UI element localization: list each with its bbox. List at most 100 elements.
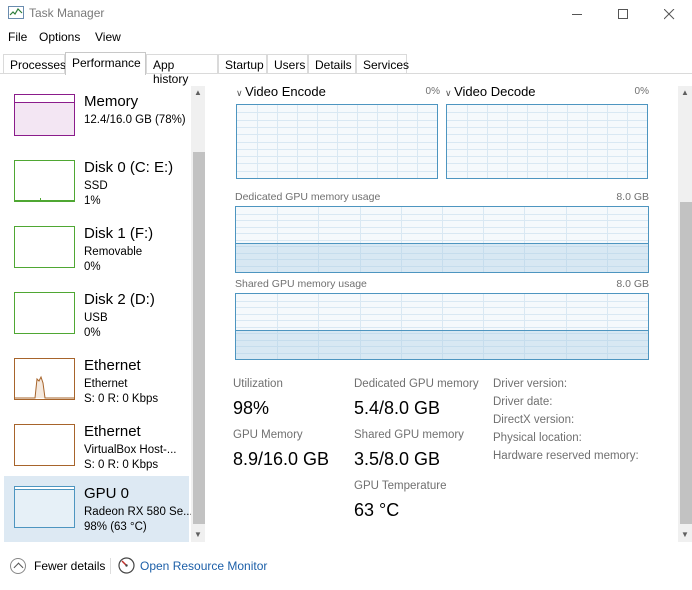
resource-name: Ethernet bbox=[84, 357, 141, 374]
fewer-details-button[interactable]: Fewer details bbox=[34, 559, 105, 573]
resource-throughput: S: 0 R: 0 Kbps bbox=[84, 459, 159, 471]
detail-scrollbar[interactable]: ▲ ▼ bbox=[678, 86, 692, 542]
dedicated-memory-fill bbox=[236, 243, 648, 272]
chevron-down-icon: ∨ bbox=[236, 88, 246, 98]
open-resource-monitor-link[interactable]: Open Resource Monitor bbox=[140, 559, 267, 573]
resource-type: SSD bbox=[84, 180, 108, 192]
resource-disk-2[interactable]: Disk 2 (D:) USB 0% bbox=[4, 282, 189, 346]
dedicated-memory-value: 5.4/8.0 GB bbox=[354, 398, 441, 418]
footer-bar: Fewer details Open Resource Monitor bbox=[0, 548, 692, 590]
gpu-temperature-value: 63 °C bbox=[354, 500, 400, 520]
resource-usage: 0% bbox=[84, 261, 101, 273]
resource-adapter: Ethernet bbox=[84, 378, 128, 390]
scroll-thumb[interactable] bbox=[680, 202, 692, 524]
gpu-memory-value: 8.9/16.0 GB bbox=[233, 449, 330, 469]
ethernet-thumbnail bbox=[14, 424, 75, 466]
minimize-button[interactable] bbox=[554, 0, 600, 28]
engine-selector-encode[interactable]: ∨ Video Encode bbox=[236, 84, 326, 99]
shared-graph-label: Shared GPU memory usage bbox=[235, 278, 367, 290]
menu-view[interactable]: View bbox=[95, 30, 121, 44]
resource-name: Disk 2 (D:) bbox=[84, 291, 155, 308]
maximize-icon bbox=[618, 9, 628, 19]
resource-monitor-icon bbox=[118, 557, 135, 574]
resource-usage: 98% (63 °C) bbox=[84, 521, 147, 533]
tab-users[interactable]: Users bbox=[267, 54, 308, 74]
minimize-icon bbox=[572, 14, 582, 15]
resource-throughput: S: 0 R: 0 Kbps bbox=[84, 393, 159, 405]
gpu-detail-pane: ∨ Video Encode 0% ∨ Video Decode 0% Dedi… bbox=[220, 74, 676, 544]
dedicated-graph-max: 8.0 GB bbox=[616, 191, 649, 203]
shared-memory-value: 3.5/8.0 GB bbox=[354, 449, 441, 469]
tab-app-history[interactable]: App history bbox=[146, 54, 218, 86]
chevron-up-icon[interactable] bbox=[10, 558, 26, 574]
directx-version-label: DirectX version: bbox=[493, 414, 575, 426]
resource-type: USB bbox=[84, 312, 108, 324]
scroll-up-icon[interactable]: ▲ bbox=[191, 86, 205, 100]
scroll-down-icon[interactable]: ▼ bbox=[678, 528, 692, 542]
resource-name: Disk 0 (C: E:) bbox=[84, 159, 174, 176]
shared-graph-max: 8.0 GB bbox=[616, 278, 649, 290]
resource-adapter: VirtualBox Host-... bbox=[84, 444, 177, 456]
footer-divider bbox=[110, 558, 111, 574]
driver-date-label: Driver date: bbox=[493, 396, 553, 408]
gpu-memory-label: GPU Memory bbox=[233, 429, 303, 441]
tab-processes[interactable]: Processes bbox=[3, 54, 66, 74]
resource-list: Memory 12.4/16.0 GB (78%) Disk 0 (C: E:)… bbox=[0, 74, 206, 544]
scroll-thumb[interactable] bbox=[193, 152, 205, 524]
resource-gpu-0[interactable]: GPU 0 Radeon RX 580 Se... 98% (63 °C) bbox=[4, 476, 193, 542]
resource-model: Radeon RX 580 Se... bbox=[84, 506, 193, 518]
tab-bar: Processes Performance App history Startu… bbox=[0, 52, 692, 86]
tab-details[interactable]: Details bbox=[308, 54, 356, 74]
graph-grid bbox=[237, 105, 437, 178]
disk-2-thumbnail bbox=[14, 292, 75, 334]
memory-thumbnail bbox=[14, 94, 75, 136]
tab-services[interactable]: Services bbox=[356, 54, 409, 74]
resource-ethernet[interactable]: Ethernet Ethernet S: 0 R: 0 Kbps bbox=[4, 348, 189, 412]
window-title: Task Manager bbox=[29, 6, 105, 20]
resource-name: Memory bbox=[84, 93, 139, 110]
driver-version-label: Driver version: bbox=[493, 378, 568, 390]
disk-1-thumbnail bbox=[14, 226, 75, 268]
video-encode-graph bbox=[236, 104, 438, 179]
resource-name: Disk 1 (F:) bbox=[84, 225, 154, 242]
resource-disk-0[interactable]: Disk 0 (C: E:) SSD 1% bbox=[4, 150, 189, 214]
title-bar: Task Manager bbox=[0, 0, 692, 28]
graph-grid bbox=[447, 105, 647, 178]
engine-selector-decode[interactable]: ∨ Video Decode bbox=[445, 84, 536, 99]
resource-usage: 1% bbox=[84, 195, 101, 207]
dedicated-memory-graph bbox=[235, 206, 649, 273]
resource-name: Ethernet bbox=[84, 423, 141, 440]
tab-performance[interactable]: Performance bbox=[65, 52, 146, 75]
chevron-down-icon: ∨ bbox=[445, 88, 455, 98]
resource-name: GPU 0 bbox=[84, 485, 130, 502]
disk-0-thumbnail bbox=[14, 160, 75, 202]
resource-type: Removable bbox=[84, 246, 143, 258]
resource-ethernet-virtualbox[interactable]: Ethernet VirtualBox Host-... S: 0 R: 0 K… bbox=[4, 414, 189, 478]
resource-disk-1[interactable]: Disk 1 (F:) Removable 0% bbox=[4, 216, 189, 280]
menu-options[interactable]: Options bbox=[39, 30, 80, 44]
gpu-temperature-label: GPU Temperature bbox=[354, 480, 447, 492]
scroll-up-icon[interactable]: ▲ bbox=[678, 86, 692, 100]
shared-memory-fill bbox=[236, 329, 648, 359]
scroll-down-icon[interactable]: ▼ bbox=[191, 528, 205, 542]
tab-startup[interactable]: Startup bbox=[218, 54, 267, 74]
close-icon bbox=[664, 9, 675, 20]
maximize-button[interactable] bbox=[600, 0, 646, 28]
video-decode-graph bbox=[446, 104, 648, 179]
resource-usage: 0% bbox=[84, 327, 101, 339]
shared-memory-graph bbox=[235, 293, 649, 360]
engine-decode-pct: 0% bbox=[634, 86, 649, 97]
physical-location-label: Physical location: bbox=[493, 432, 582, 444]
hardware-reserved-memory-label: Hardware reserved memory: bbox=[493, 450, 639, 462]
dedicated-graph-label: Dedicated GPU memory usage bbox=[235, 191, 381, 203]
engine-encode-pct: 0% bbox=[425, 86, 440, 97]
resource-memory[interactable]: Memory 12.4/16.0 GB (78%) bbox=[4, 84, 189, 148]
utilization-value: 98% bbox=[233, 398, 270, 418]
close-button[interactable] bbox=[646, 0, 692, 28]
resource-list-scrollbar[interactable]: ▲ ▼ bbox=[191, 86, 205, 542]
menu-file[interactable]: File bbox=[8, 30, 27, 44]
resource-detail: 12.4/16.0 GB (78%) bbox=[84, 114, 186, 126]
ethernet-thumbnail bbox=[14, 358, 75, 400]
gpu-thumbnail bbox=[14, 486, 75, 528]
utilization-label: Utilization bbox=[233, 378, 283, 390]
